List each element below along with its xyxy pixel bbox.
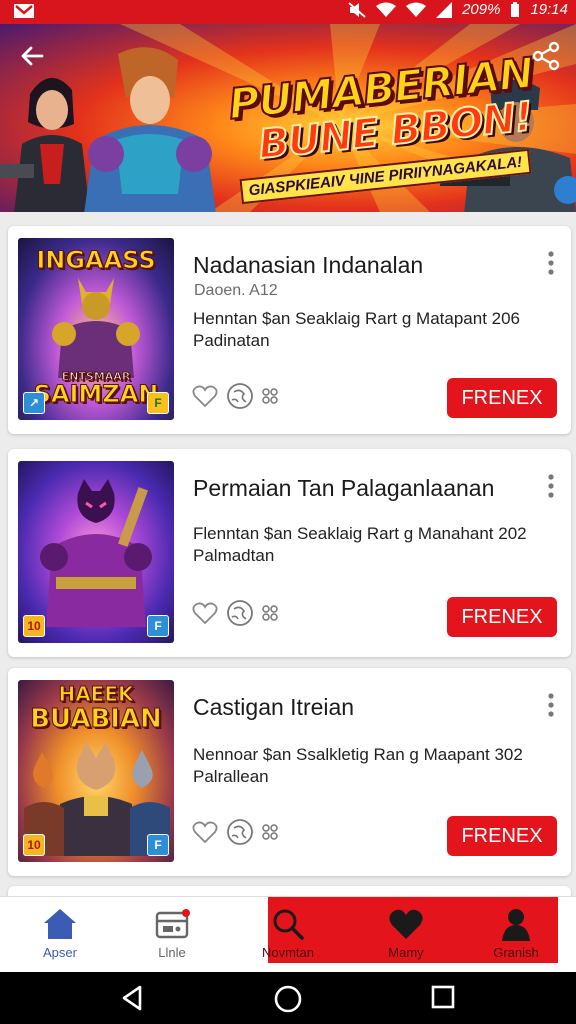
badge-right: F xyxy=(147,834,169,856)
armored-warrior-graphic xyxy=(52,278,140,378)
system-navigation-bar xyxy=(0,972,576,1024)
promo-banner[interactable]: PUMABERIAN BUNE BBON! GIASPKIEAIV ЧINE P… xyxy=(0,24,576,212)
bottom-navigation: Apser Llnle Novmtan Mamy Granish xyxy=(0,896,576,972)
wifi-icon xyxy=(376,2,397,17)
more-options-icon[interactable] xyxy=(543,692,559,718)
more-options-icon[interactable] xyxy=(543,250,559,276)
system-home-icon[interactable] xyxy=(273,984,303,1014)
game-description: Flenntan $an Seaklaig Rart g Manahant 20… xyxy=(193,523,553,567)
players-icon xyxy=(262,824,278,840)
thumbnail-title: INGAASS xyxy=(36,246,156,275)
battery-text: 209% xyxy=(462,1,501,18)
masked-hero-graphic xyxy=(40,479,152,627)
get-game-button[interactable]: FRENEX xyxy=(447,378,557,418)
home-icon xyxy=(44,909,76,939)
nav-item-inbox[interactable]: Llnle xyxy=(124,903,220,969)
system-back-icon[interactable] xyxy=(118,984,146,1012)
thumbnail-subtitle: BUABIAN xyxy=(30,704,163,735)
app-notification-icon xyxy=(14,4,34,18)
game-developer: Daoen. A12 xyxy=(194,282,278,299)
game-title[interactable]: Nadanasian Indanalan xyxy=(193,252,423,279)
nav-item-search[interactable]: Novmtan xyxy=(240,903,336,969)
system-recents-icon[interactable] xyxy=(430,984,456,1010)
card-actions xyxy=(192,382,278,410)
game-description: Henntan $an Seaklaig Rart g Matapant 206… xyxy=(193,308,553,352)
game-card[interactable]: 10 F Permaian Tan Palaganlaanan Flenntan… xyxy=(8,449,571,657)
description-line: Nennoar $an Ssalkletig Ran g Maapant 302 xyxy=(193,745,523,764)
game-description: Nennoar $an Ssalkletig Ran g Maapant 302… xyxy=(193,744,553,788)
signal-icon xyxy=(436,1,453,18)
badge-left: ↗ xyxy=(23,392,45,414)
description-line: Palmadtan xyxy=(193,546,275,565)
profile-icon xyxy=(502,909,530,941)
thumbnail-title: HAEEK xyxy=(58,682,134,707)
players-icon xyxy=(262,605,278,621)
share-globe-icon[interactable] xyxy=(226,382,254,410)
nav-label: Apser xyxy=(43,945,77,960)
more-options-icon[interactable] xyxy=(543,473,559,499)
back-arrow-icon[interactable] xyxy=(16,40,48,72)
heart-outline-icon[interactable] xyxy=(192,820,218,844)
get-game-button[interactable]: FRENEX xyxy=(447,816,557,856)
heart-outline-icon[interactable] xyxy=(192,384,218,408)
nav-item-home[interactable]: Apser xyxy=(12,903,108,969)
badge-left: 10 xyxy=(23,834,45,856)
share-globe-icon[interactable] xyxy=(226,818,254,846)
hero-armored-graphic xyxy=(84,47,216,212)
nav-item-profile[interactable]: Granish xyxy=(468,903,564,969)
game-title[interactable]: Permaian Tan Palaganlaanan xyxy=(193,475,494,502)
game-card[interactable]: HAEEK BUABIAN 10 F Castigan Itreian Nenn… xyxy=(8,668,571,876)
game-thumbnail[interactable]: HAEEK BUABIAN 10 F xyxy=(18,680,174,862)
nav-label: Mamy xyxy=(388,945,424,960)
search-icon xyxy=(273,909,304,940)
battery-icon xyxy=(511,1,520,17)
description-line: Henntan $an Seaklaig Rart g Matapant 206 xyxy=(193,309,521,328)
wifi-icon-2 xyxy=(406,2,427,17)
nav-label: Llnle xyxy=(158,945,186,960)
players-icon xyxy=(262,388,278,404)
game-thumbnail[interactable]: INGAASS ENTSMAAR SAIMZAN ↗ F xyxy=(18,238,174,420)
description-line: Flenntan $an Seaklaig Rart g Manahant 20… xyxy=(193,524,527,543)
share-icon[interactable] xyxy=(530,40,562,72)
game-thumbnail[interactable]: 10 F xyxy=(18,461,174,643)
badge-right: F xyxy=(147,615,169,637)
game-card[interactable]: INGAASS ENTSMAAR SAIMZAN ↗ F Nadanasian … xyxy=(8,226,571,434)
mute-icon xyxy=(348,1,366,18)
badge-right: F xyxy=(147,392,169,414)
clock: 19:14 xyxy=(530,1,568,18)
share-globe-icon[interactable] xyxy=(226,599,254,627)
nav-label: Novmtan xyxy=(261,945,315,960)
heart-outline-icon[interactable] xyxy=(192,601,218,625)
nav-item-favorites[interactable]: Mamy xyxy=(358,903,454,969)
heart-icon xyxy=(389,909,423,939)
card-actions xyxy=(192,599,278,627)
game-title[interactable]: Castigan Itreian xyxy=(193,694,354,721)
description-line: Padinatan xyxy=(193,331,270,350)
status-bar: 209% 19:14 xyxy=(0,0,576,24)
get-game-button[interactable]: FRENEX xyxy=(447,597,557,637)
description-line: Palrallean xyxy=(193,767,269,786)
inbox-icon xyxy=(155,909,190,939)
nav-label: Granish xyxy=(493,945,539,960)
badge-left: 10 xyxy=(23,615,45,637)
card-actions xyxy=(192,818,278,846)
